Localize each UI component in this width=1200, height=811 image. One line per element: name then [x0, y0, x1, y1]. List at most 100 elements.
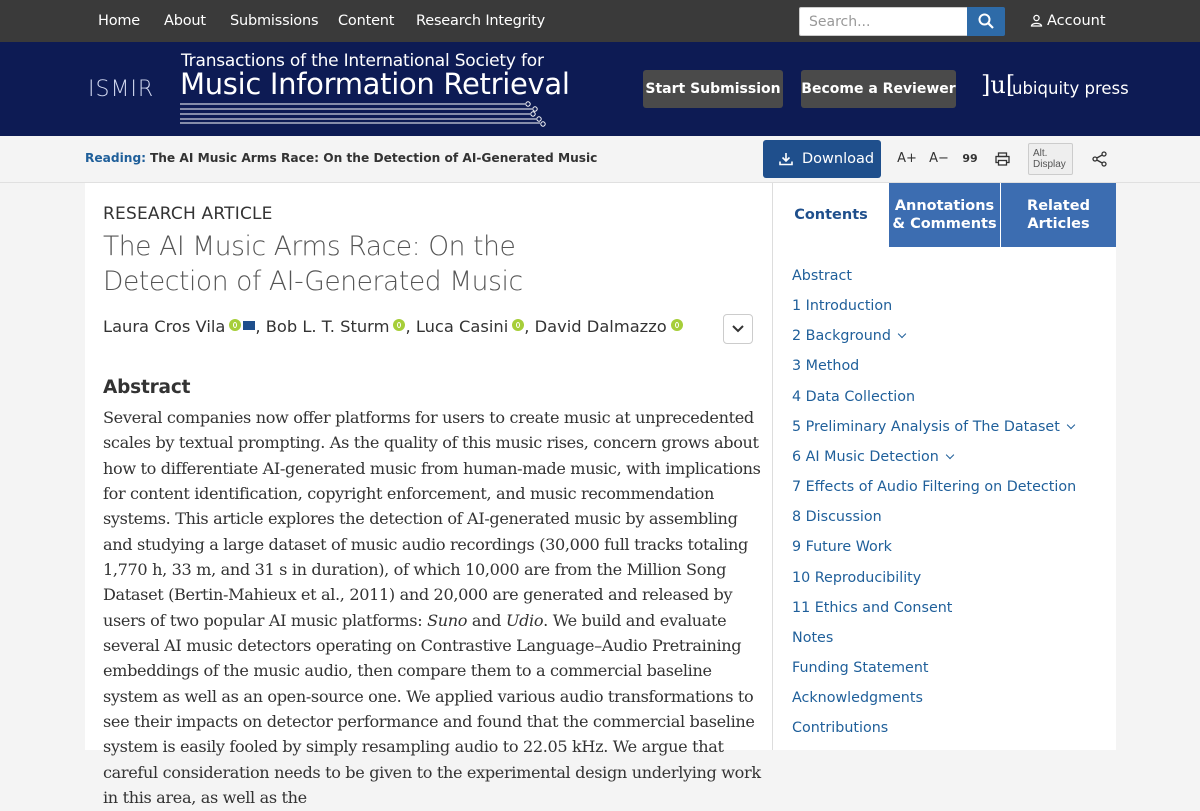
- toc-item[interactable]: 4 Data Collection: [792, 389, 915, 405]
- download-icon: [779, 153, 793, 166]
- orcid-icon[interactable]: [512, 319, 525, 331]
- email-icon[interactable]: [243, 321, 256, 330]
- reading-label: Reading:: [85, 151, 147, 165]
- tab-annotations-line2: & Comments: [892, 216, 997, 232]
- tab-annotations[interactable]: Annotations & Comments: [889, 183, 1000, 247]
- nav-submissions[interactable]: Submissions: [230, 0, 319, 42]
- toc-item-label: 5 Preliminary Analysis of The Dataset: [792, 418, 1060, 435]
- expand-authors-button[interactable]: [723, 314, 753, 344]
- cite-button[interactable]: 99: [961, 148, 979, 170]
- author-separator: ,: [255, 317, 261, 336]
- toc-item-label: 8 Discussion: [792, 509, 882, 526]
- toc-item-label: 9 Future Work: [792, 539, 892, 556]
- author-separator: ,: [405, 317, 411, 336]
- reading-title: The AI Music Arms Race: On the Detection…: [149, 151, 598, 165]
- nav-research-integrity[interactable]: Research Integrity: [416, 0, 545, 42]
- orcid-icon[interactable]: [670, 319, 683, 331]
- toc-item[interactable]: 11 Ethics and Consent: [792, 600, 952, 616]
- start-submission-button[interactable]: Start Submission: [643, 70, 783, 108]
- toc-item-label: 2 Background: [792, 328, 891, 345]
- alt-display-button[interactable]: Alt. Display: [1028, 143, 1073, 175]
- author-list: Laura Cros Vila, Bob L. T. Sturm, Luca C…: [103, 317, 683, 336]
- author-name[interactable]: Luca Casini: [416, 317, 508, 336]
- share-icon: [1091, 151, 1107, 167]
- toc-item-label: 7 Effects of Audio Filtering on Detectio…: [792, 479, 1077, 496]
- toc-item[interactable]: Notes: [792, 630, 833, 646]
- tab-related-articles[interactable]: Related Articles: [1001, 183, 1116, 247]
- chevron-down-icon: [732, 325, 744, 333]
- toc-item-label: 10 Reproducibility: [792, 569, 922, 586]
- tab-related-line1: Related: [1027, 198, 1090, 214]
- nav-about[interactable]: About: [164, 0, 206, 42]
- print-icon: [994, 152, 1010, 166]
- toc-item[interactable]: Acknowledgments: [792, 690, 923, 706]
- toc-item[interactable]: Contributions: [792, 720, 888, 736]
- toc-item-label: Funding Statement: [792, 659, 929, 676]
- orcid-icon[interactable]: [229, 319, 242, 331]
- author-name[interactable]: Laura Cros Vila: [103, 317, 225, 336]
- abstract-text: Several companies now offer platforms fo…: [103, 408, 761, 630]
- toc-item[interactable]: 7 Effects of Audio Filtering on Detectio…: [792, 479, 1076, 495]
- print-button[interactable]: [992, 148, 1012, 170]
- abstract-and: and: [467, 610, 506, 630]
- toc-item-label: 11 Ethics and Consent: [792, 599, 953, 616]
- toc-item[interactable]: 9 Future Work: [792, 539, 892, 555]
- nav-content[interactable]: Content: [338, 0, 394, 42]
- tab-related-line2: Articles: [1027, 216, 1090, 232]
- toc-item[interactable]: 1 Introduction: [792, 298, 892, 314]
- article-type: RESEARCH ARTICLE: [103, 204, 273, 224]
- toc-item[interactable]: Abstract: [792, 268, 852, 284]
- font-larger-button[interactable]: A+: [896, 148, 918, 170]
- alt-display-line1: Alt.: [1033, 148, 1048, 159]
- toc-item[interactable]: 6 AI Music Detection: [792, 448, 955, 465]
- article-title-line1: The AI Music Arms Race: On the: [103, 231, 516, 262]
- account-link[interactable]: Account: [1030, 0, 1106, 42]
- toc-item-label: 3 Method: [792, 358, 860, 375]
- author-name[interactable]: Bob L. T. Sturm: [266, 317, 390, 336]
- abstract-text: . We build and evaluate several AI music…: [103, 610, 761, 808]
- top-navbar: Home About Submissions Content Research …: [0, 0, 1200, 42]
- toc-item-label: Notes: [792, 629, 834, 646]
- article-title-line2: Detection of AI-Generated Music: [103, 266, 523, 297]
- toc-item[interactable]: Funding Statement: [792, 660, 929, 676]
- journal-logo-lines: [180, 101, 546, 127]
- journal-title-line2[interactable]: Music Information Retrieval: [180, 67, 570, 101]
- toc-item[interactable]: 2 Background: [792, 328, 907, 345]
- font-smaller-button[interactable]: A−: [928, 148, 950, 170]
- toc-item-label: 6 AI Music Detection: [792, 448, 939, 465]
- account-label: Account: [1047, 13, 1106, 29]
- tab-annotations-line1: Annotations: [894, 198, 995, 214]
- toc-item-label: Contributions: [792, 720, 889, 737]
- abstract-heading: Abstract: [103, 377, 191, 398]
- abstract-udio: Udio: [505, 610, 544, 630]
- ubiquity-name: ubiquity press: [1012, 79, 1129, 98]
- abstract-suno: Suno: [427, 610, 468, 630]
- reading-breadcrumb: Reading: The AI Music Arms Race: On the …: [85, 151, 597, 165]
- chevron-down-icon[interactable]: [897, 330, 907, 339]
- society-logo[interactable]: ISMIR: [88, 77, 154, 102]
- orcid-icon[interactable]: [393, 319, 406, 331]
- search-button[interactable]: [967, 7, 1005, 36]
- author-name[interactable]: David Dalmazzo: [535, 317, 667, 336]
- tab-contents[interactable]: Contents: [773, 183, 889, 247]
- user-icon: [1030, 14, 1043, 27]
- ubiquity-mark: ]u[: [981, 71, 1016, 99]
- search-input[interactable]: [799, 7, 968, 36]
- share-button[interactable]: [1089, 148, 1109, 170]
- chevron-down-icon[interactable]: [945, 450, 955, 460]
- toc-item[interactable]: 5 Preliminary Analysis of The Dataset: [792, 418, 1076, 435]
- become-reviewer-button[interactable]: Become a Reviewer: [801, 70, 956, 108]
- download-button[interactable]: Download: [763, 140, 881, 178]
- author-separator: ,: [524, 317, 530, 336]
- toc-item-label: Abstract: [792, 268, 853, 284]
- toc-item-label: 1 Introduction: [792, 298, 893, 315]
- nav-home[interactable]: Home: [98, 0, 140, 42]
- toc-item-label: Acknowledgments: [792, 690, 923, 707]
- toc-item[interactable]: 8 Discussion: [792, 509, 882, 525]
- article-title: The AI Music Arms Race: On the Detection…: [103, 229, 523, 299]
- chevron-down-icon[interactable]: [1066, 420, 1076, 429]
- search-icon: [978, 13, 994, 29]
- toc-item[interactable]: 3 Method: [792, 358, 859, 374]
- toc-item[interactable]: 10 Reproducibility: [792, 570, 921, 586]
- alt-display-line2: Display: [1033, 159, 1066, 170]
